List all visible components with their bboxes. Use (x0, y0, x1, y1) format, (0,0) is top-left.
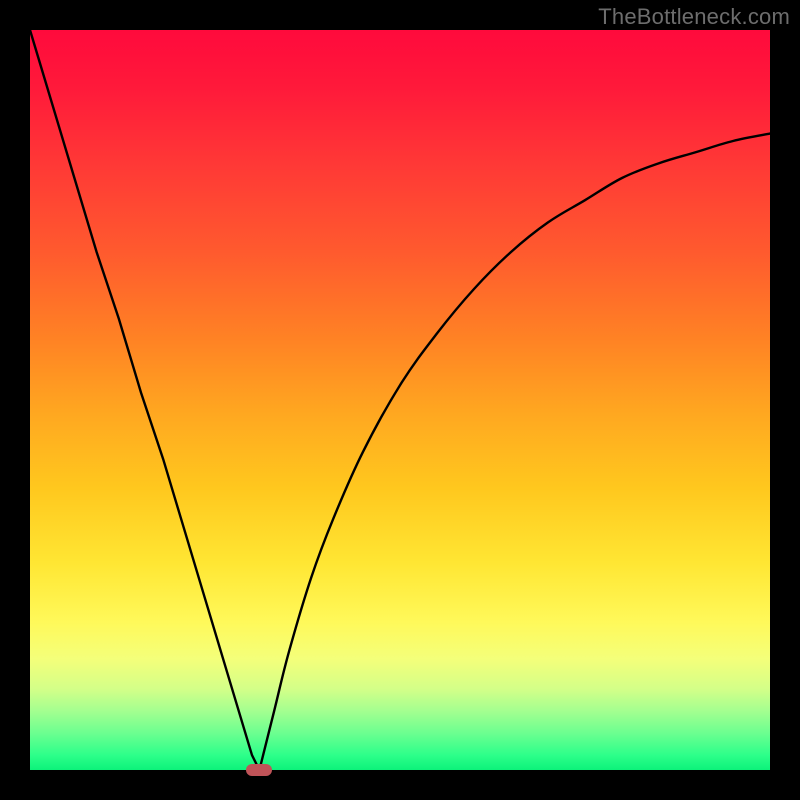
watermark-text: TheBottleneck.com (598, 4, 790, 30)
min-marker (246, 764, 272, 776)
curve-svg (30, 30, 770, 770)
curve-right (259, 134, 770, 770)
chart-frame: TheBottleneck.com (0, 0, 800, 800)
curve-left (30, 30, 259, 770)
plot-area (30, 30, 770, 770)
